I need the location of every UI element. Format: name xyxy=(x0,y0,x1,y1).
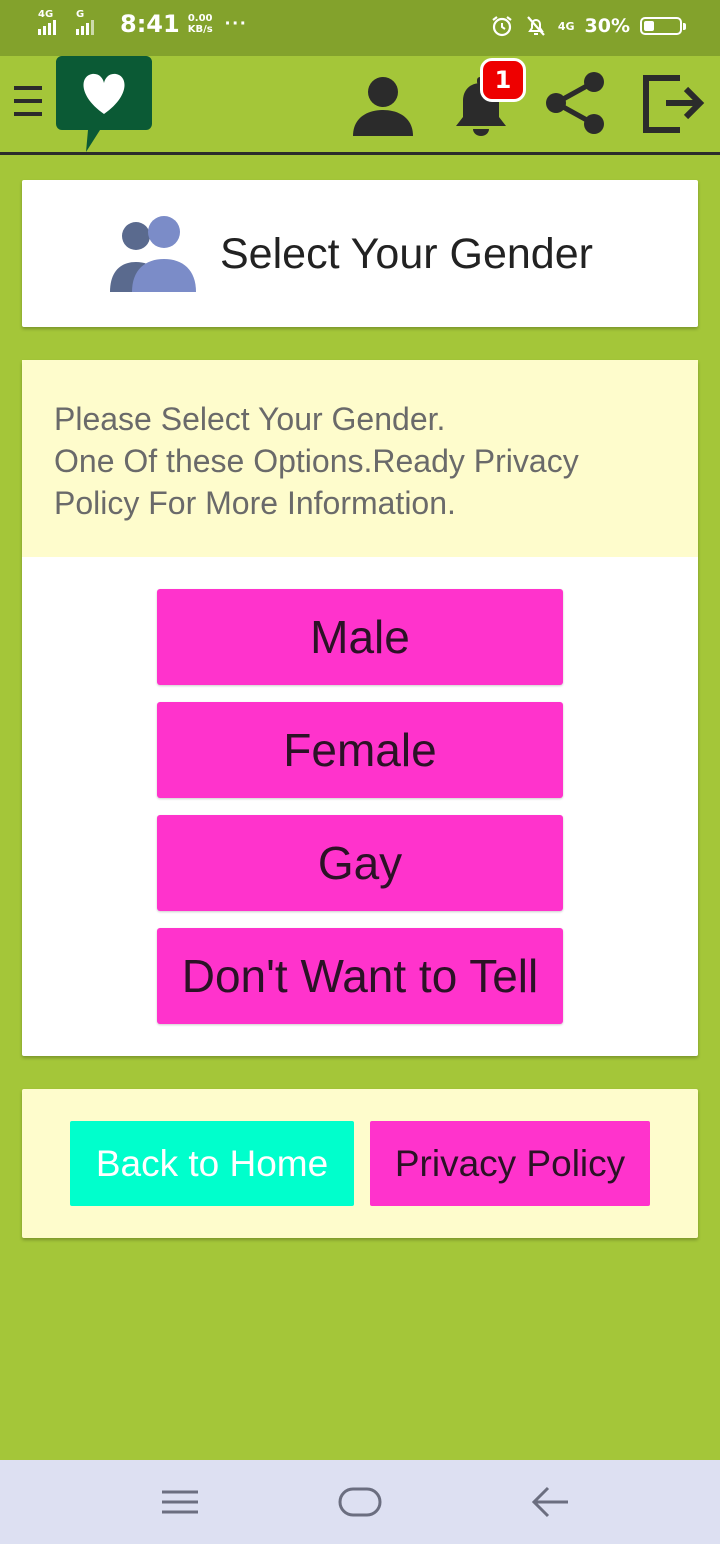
speed-value: 0.00 xyxy=(187,13,213,24)
users-icon xyxy=(110,216,196,292)
battery-percent: 30% xyxy=(584,15,630,37)
page-title: Select Your Gender xyxy=(220,230,593,278)
status-bar: 4G G 8:41 0.00 KB/s ··· 4G 30% xyxy=(0,0,720,56)
profile-icon[interactable] xyxy=(350,70,416,136)
male-button[interactable]: Male xyxy=(157,589,563,685)
header-card: Select Your Gender xyxy=(22,180,698,327)
network-type-label: G xyxy=(76,9,85,20)
menu-icon[interactable] xyxy=(14,86,42,120)
privacy-policy-button[interactable]: Privacy Policy xyxy=(370,1121,650,1206)
signal-icon-1: 4G xyxy=(38,9,68,35)
network-type-label: 4G xyxy=(38,9,54,20)
network-type-label: 4G xyxy=(557,19,575,33)
mute-icon xyxy=(527,16,545,36)
share-icon[interactable] xyxy=(542,70,608,136)
info-line: One Of these Options.Ready Privacy xyxy=(54,443,579,479)
info-note: Please Select Your Gender. One Of these … xyxy=(22,360,698,557)
more-notifications-icon: ··· xyxy=(224,12,248,35)
network-speed: 0.00 KB/s xyxy=(188,13,213,35)
speed-unit: KB/s xyxy=(187,24,213,35)
info-line: Policy For More Information. xyxy=(54,485,456,521)
battery-icon xyxy=(640,17,686,35)
notification-badge[interactable]: 1 xyxy=(480,58,526,102)
alarm-icon xyxy=(492,16,512,37)
info-text: Please Select Your Gender. One Of these … xyxy=(54,398,579,524)
clock: 8:41 xyxy=(120,10,180,38)
back-to-home-button[interactable]: Back to Home xyxy=(70,1121,354,1206)
footer-card: Back to Home Privacy Policy xyxy=(22,1089,698,1238)
back-nav-icon[interactable] xyxy=(530,1484,570,1520)
female-button[interactable]: Female xyxy=(157,702,563,798)
info-line: Please Select Your Gender. xyxy=(54,401,446,437)
signal-icon-2: G xyxy=(76,9,106,35)
recent-apps-icon[interactable] xyxy=(160,1484,200,1520)
logout-icon[interactable] xyxy=(640,70,706,136)
app-logo-icon[interactable] xyxy=(56,56,152,156)
gay-button[interactable]: Gay xyxy=(157,815,563,911)
gender-selection-card: Please Select Your Gender. One Of these … xyxy=(22,360,698,1056)
system-navigation-bar xyxy=(0,1460,720,1544)
app-toolbar: 1 xyxy=(0,56,720,155)
dont-want-to-tell-button[interactable]: Don't Want to Tell xyxy=(157,928,563,1024)
home-nav-icon[interactable] xyxy=(338,1484,382,1520)
